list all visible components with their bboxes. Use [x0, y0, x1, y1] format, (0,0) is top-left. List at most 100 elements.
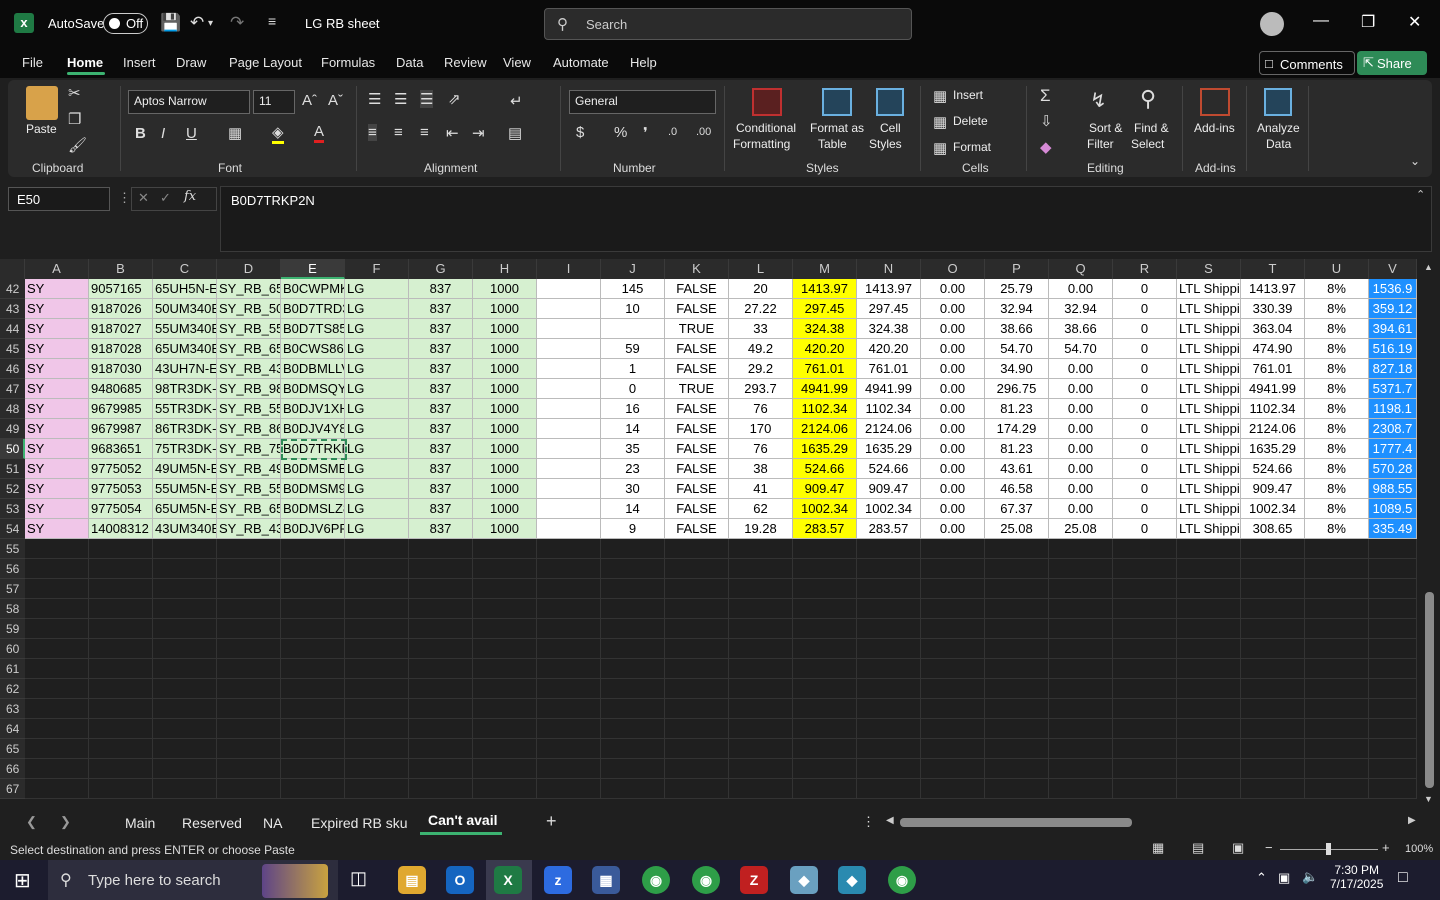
- cell-e58[interactable]: [281, 599, 345, 619]
- cell-v58[interactable]: [1369, 599, 1417, 619]
- document-title[interactable]: LG RB sheet: [305, 16, 379, 31]
- cell-v56[interactable]: [1369, 559, 1417, 579]
- cell-q57[interactable]: [1049, 579, 1113, 599]
- cell-m55[interactable]: [793, 539, 857, 559]
- comments-button[interactable]: □ Comments: [1259, 51, 1355, 75]
- cell-g47[interactable]: 837: [409, 379, 473, 399]
- cell-k46[interactable]: FALSE: [665, 359, 729, 379]
- cell-v52[interactable]: 988.55: [1369, 479, 1417, 499]
- cell-l48[interactable]: 76: [729, 399, 793, 419]
- cell-r56[interactable]: [1113, 559, 1177, 579]
- cell-k67[interactable]: [665, 779, 729, 799]
- cell-e55[interactable]: [281, 539, 345, 559]
- cell-s65[interactable]: [1177, 739, 1241, 759]
- normal-view-icon[interactable]: ▦: [1152, 840, 1164, 856]
- row-header[interactable]: 65: [0, 739, 25, 759]
- cell-q45[interactable]: 54.70: [1049, 339, 1113, 359]
- cell-g64[interactable]: [409, 719, 473, 739]
- cell-p49[interactable]: 174.29: [985, 419, 1049, 439]
- cell-j56[interactable]: [601, 559, 665, 579]
- cell-j59[interactable]: [601, 619, 665, 639]
- cell-r66[interactable]: [1113, 759, 1177, 779]
- sheet-tab-expired-rb-sku[interactable]: Expired RB sku: [311, 815, 407, 831]
- clear-icon[interactable]: ◆: [1040, 138, 1052, 156]
- cell-m58[interactable]: [793, 599, 857, 619]
- cell-q53[interactable]: 0.00: [1049, 499, 1113, 519]
- cell-i50[interactable]: [537, 439, 601, 459]
- cell-a50[interactable]: SY: [25, 439, 89, 459]
- cell-a63[interactable]: [25, 699, 89, 719]
- cell-o46[interactable]: 0.00: [921, 359, 985, 379]
- cell-r43[interactable]: 0: [1113, 299, 1177, 319]
- cell-e53[interactable]: B0DMSLZ8: [281, 499, 345, 519]
- task-view-icon[interactable]: ◫: [350, 868, 367, 889]
- cell-m51[interactable]: 524.66: [793, 459, 857, 479]
- cell-k61[interactable]: [665, 659, 729, 679]
- cell-v48[interactable]: 1198.1: [1369, 399, 1417, 419]
- cell-u56[interactable]: [1305, 559, 1369, 579]
- cell-l65[interactable]: [729, 739, 793, 759]
- cell-j55[interactable]: [601, 539, 665, 559]
- row-header[interactable]: 58: [0, 599, 25, 619]
- cell-i45[interactable]: [537, 339, 601, 359]
- cell-v44[interactable]: 394.61: [1369, 319, 1417, 339]
- column-header-d[interactable]: D: [217, 259, 281, 279]
- customize-toolbar-icon[interactable]: ≡: [268, 13, 276, 29]
- cell-i65[interactable]: [537, 739, 601, 759]
- cell-m48[interactable]: 1102.34: [793, 399, 857, 419]
- cell-k47[interactable]: TRUE: [665, 379, 729, 399]
- cell-j54[interactable]: 9: [601, 519, 665, 539]
- cell-g49[interactable]: 837: [409, 419, 473, 439]
- cell-s60[interactable]: [1177, 639, 1241, 659]
- cell-q51[interactable]: 0.00: [1049, 459, 1113, 479]
- column-header-o[interactable]: O: [921, 259, 985, 279]
- cell-l57[interactable]: [729, 579, 793, 599]
- copy-icon[interactable]: ❐: [68, 110, 81, 128]
- row-header[interactable]: 56: [0, 559, 25, 579]
- cell-n51[interactable]: 524.66: [857, 459, 921, 479]
- row-header[interactable]: 64: [0, 719, 25, 739]
- cell-c56[interactable]: [153, 559, 217, 579]
- cell-v65[interactable]: [1369, 739, 1417, 759]
- cell-u57[interactable]: [1305, 579, 1369, 599]
- close-icon[interactable]: ✕: [1408, 12, 1421, 32]
- undo-dropdown-icon[interactable]: ▾: [208, 18, 213, 29]
- cell-i53[interactable]: [537, 499, 601, 519]
- cell-u46[interactable]: 8%: [1305, 359, 1369, 379]
- cell-e48[interactable]: B0DJV1XH: [281, 399, 345, 419]
- cell-e62[interactable]: [281, 679, 345, 699]
- cell-j43[interactable]: 10: [601, 299, 665, 319]
- cell-c43[interactable]: 50UM340E: [153, 299, 217, 319]
- cell-b62[interactable]: [89, 679, 153, 699]
- cell-r62[interactable]: [1113, 679, 1177, 699]
- cell-c46[interactable]: 43UH7N-E: [153, 359, 217, 379]
- cell-n62[interactable]: [857, 679, 921, 699]
- cell-u63[interactable]: [1305, 699, 1369, 719]
- app-icon[interactable]: ◆: [790, 866, 818, 894]
- redo-icon[interactable]: ↷: [230, 13, 244, 33]
- cell-a42[interactable]: SY: [25, 279, 89, 299]
- cell-e51[interactable]: B0DMSMB: [281, 459, 345, 479]
- cell-v61[interactable]: [1369, 659, 1417, 679]
- chrome-icon[interactable]: ◉: [888, 866, 916, 894]
- cell-l43[interactable]: 27.22: [729, 299, 793, 319]
- cell-o57[interactable]: [921, 579, 985, 599]
- cell-d67[interactable]: [217, 779, 281, 799]
- row-header[interactable]: 67: [0, 779, 25, 799]
- cell-b64[interactable]: [89, 719, 153, 739]
- column-header-q[interactable]: Q: [1049, 259, 1113, 279]
- cell-m67[interactable]: [793, 779, 857, 799]
- cell-p50[interactable]: 81.23: [985, 439, 1049, 459]
- cell-l60[interactable]: [729, 639, 793, 659]
- cell-o52[interactable]: 0.00: [921, 479, 985, 499]
- cell-d65[interactable]: [217, 739, 281, 759]
- cell-c60[interactable]: [153, 639, 217, 659]
- sort-filter-label2[interactable]: Filter: [1087, 137, 1114, 151]
- cell-g63[interactable]: [409, 699, 473, 719]
- cell-v49[interactable]: 2308.7: [1369, 419, 1417, 439]
- cell-a56[interactable]: [25, 559, 89, 579]
- row-header[interactable]: 43: [0, 299, 25, 319]
- cell-m64[interactable]: [793, 719, 857, 739]
- cell-o60[interactable]: [921, 639, 985, 659]
- cell-l66[interactable]: [729, 759, 793, 779]
